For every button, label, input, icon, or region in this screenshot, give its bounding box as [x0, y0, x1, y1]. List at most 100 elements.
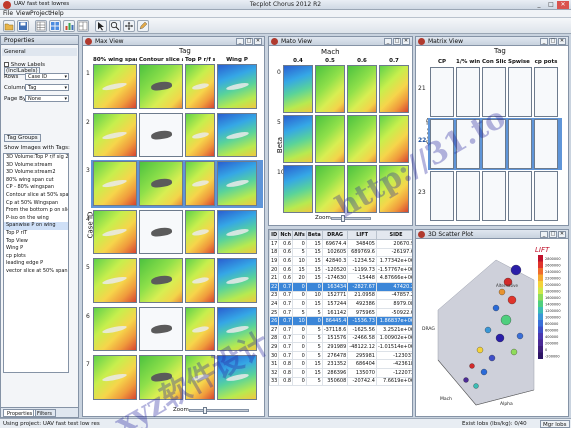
tag-list-item[interactable]: vector slice at 50% span — [4, 268, 68, 276]
table-row[interactable]: 290.705291989-48122.12-1.01514e+06291989 — [269, 342, 412, 352]
pointer-icon[interactable] — [95, 20, 107, 32]
table-row[interactable]: 210.62015-174630-154484.87666e+06-174630 — [269, 273, 412, 283]
thumbnail-image[interactable] — [508, 171, 532, 221]
menu-help[interactable]: Help — [50, 10, 64, 18]
scatter-plot-canvas[interactable]: LIFT280000026000002400000220000020000001… — [416, 240, 568, 417]
maximize-panel-button[interactable]: □ — [549, 231, 557, 238]
tag-list-item[interactable]: From the bottom p on slice — [4, 207, 68, 215]
scatter-point[interactable] — [480, 368, 488, 376]
thumbnail-image[interactable] — [185, 258, 215, 303]
thumbnail-image[interactable] — [456, 67, 480, 117]
tags-list[interactable]: 3D Volume:Top P r/f sig 2k5 3D Volume:str… — [3, 153, 69, 373]
thumbnail-image[interactable] — [217, 64, 257, 109]
tag-groups-button[interactable]: Tag Groups — [4, 134, 41, 142]
thumbnail-image[interactable] — [534, 119, 558, 169]
save-icon[interactable] — [17, 20, 29, 32]
thumbnail-image[interactable] — [379, 65, 409, 113]
thumbnail-image[interactable] — [217, 209, 257, 254]
tag-list-item[interactable]: 3D Volume:stream2 — [4, 169, 68, 177]
page-by-select[interactable]: None — [25, 95, 69, 102]
mgr-lobs-button[interactable]: Mgr lobs — [540, 420, 570, 428]
tab-properties[interactable]: Properties — [3, 409, 37, 417]
tag-list-item[interactable]: Spanwise P on wing — [4, 222, 68, 230]
thumbnail-image[interactable] — [139, 161, 183, 206]
columns-select[interactable]: Tag — [25, 84, 69, 91]
minimize-button[interactable]: _ — [533, 1, 545, 9]
thumbnail-image[interactable] — [534, 171, 558, 221]
thumbnail-image[interactable] — [534, 67, 558, 117]
layout-icon[interactable] — [77, 20, 89, 32]
scatter-point[interactable] — [484, 326, 492, 334]
maximize-panel-button[interactable]: □ — [393, 38, 401, 45]
minimize-panel-button[interactable]: _ — [540, 231, 548, 238]
data-table[interactable]: IDNchAlfsBetaDRAGLIFTSIDEXFOR170.6015696… — [269, 230, 412, 387]
table-row[interactable]: 300.705276478295981-123037276478 — [269, 350, 412, 361]
minimize-panel-button[interactable]: _ — [384, 38, 392, 45]
thumbnail-image[interactable] — [139, 258, 183, 303]
tag-list-item[interactable]: 80% wing span cut — [4, 177, 68, 185]
table-column-header[interactable]: ID — [269, 230, 280, 240]
table-icon[interactable] — [35, 20, 47, 32]
thumbnail-image[interactable] — [93, 112, 137, 157]
maximize-panel-button[interactable]: □ — [549, 38, 557, 45]
scatter-point[interactable] — [488, 354, 496, 362]
tag-list-item[interactable]: leading edge P — [4, 260, 68, 268]
menu-project[interactable]: Project — [30, 10, 51, 18]
thumbnail-image[interactable] — [217, 258, 257, 303]
thumbnail-image[interactable] — [139, 112, 183, 157]
thumbnail-image[interactable] — [347, 115, 377, 163]
thumbnail-image[interactable] — [139, 209, 183, 254]
thumbnail-image[interactable] — [185, 209, 215, 254]
scatter-point[interactable] — [516, 332, 524, 340]
mato-view-zoom-slider[interactable] — [341, 215, 345, 222]
thumbnail-image[interactable] — [508, 67, 532, 117]
thumbnail-image[interactable] — [456, 171, 480, 221]
thumbnail-image[interactable] — [315, 165, 345, 213]
table-column-header[interactable]: DRAG — [321, 230, 349, 240]
zoom-icon[interactable] — [109, 20, 121, 32]
table-column-header[interactable]: Alfs — [292, 230, 307, 240]
scatter-point[interactable] — [473, 383, 479, 389]
table-column-header[interactable]: SIDE — [375, 230, 412, 240]
mato-view-zoom-track[interactable] — [331, 217, 371, 220]
menu-view[interactable]: View — [16, 10, 30, 18]
general-section[interactable]: General — [2, 48, 77, 56]
scatter-point[interactable] — [476, 346, 484, 354]
tag-list-item[interactable]: CP - 80% wingspan — [4, 184, 68, 192]
table-row[interactable]: 200.61515-120520-1199.73-1.57767e+061020… — [269, 264, 412, 275]
thumbnail-image[interactable] — [379, 165, 409, 213]
table-row[interactable]: 330.805350608-20742.47.6619e+06350608 — [269, 376, 412, 387]
thumbnail-image[interactable] — [93, 355, 137, 400]
scatter-point[interactable] — [500, 314, 512, 326]
edit-icon[interactable] — [137, 20, 149, 32]
thumbnail-image[interactable] — [217, 161, 257, 206]
scatter-point[interactable] — [492, 304, 500, 312]
tag-list-item[interactable]: Contour slice at 50% span — [4, 192, 68, 200]
table-row[interactable]: 280.705151576-2466.581.00902e+06151576 — [269, 333, 412, 344]
tag-list-item[interactable]: Wing P — [4, 245, 68, 253]
close-panel-button[interactable]: ✕ — [558, 231, 566, 238]
table-column-header[interactable]: Nch — [278, 230, 294, 240]
table-row[interactable]: 180.6515102605689769.6-26197.6102605 — [269, 247, 412, 258]
thumbnail-image[interactable] — [456, 119, 480, 169]
close-button[interactable]: ✕ — [557, 1, 569, 9]
thumbnail-image[interactable] — [93, 64, 137, 109]
thumbnail-image[interactable] — [315, 115, 345, 163]
table-column-header[interactable]: Beta — [305, 230, 323, 240]
scatter-point[interactable] — [510, 264, 522, 276]
thumbnail-image[interactable] — [482, 171, 506, 221]
thumbnail-image[interactable] — [93, 258, 137, 303]
tag-list-item[interactable]: 3D Volume:Top P r/f sig 2k5 — [4, 154, 68, 162]
thumbnail-image[interactable] — [283, 165, 313, 213]
table-row[interactable]: 240.70151572444923868979.08157244 — [269, 299, 412, 309]
tag-list-item[interactable]: Cp at 50% Wingspan — [4, 200, 68, 208]
grid-icon[interactable] — [49, 20, 61, 32]
thumbnail-image[interactable] — [430, 119, 454, 169]
thumbnail-image[interactable] — [482, 67, 506, 117]
thumbnail-image[interactable] — [139, 355, 183, 400]
maximize-button[interactable]: □ — [545, 1, 557, 9]
thumbnail-image[interactable] — [185, 64, 215, 109]
chart-icon[interactable] — [63, 20, 75, 32]
thumbnail-image[interactable] — [185, 112, 215, 157]
open-icon[interactable] — [3, 20, 15, 32]
